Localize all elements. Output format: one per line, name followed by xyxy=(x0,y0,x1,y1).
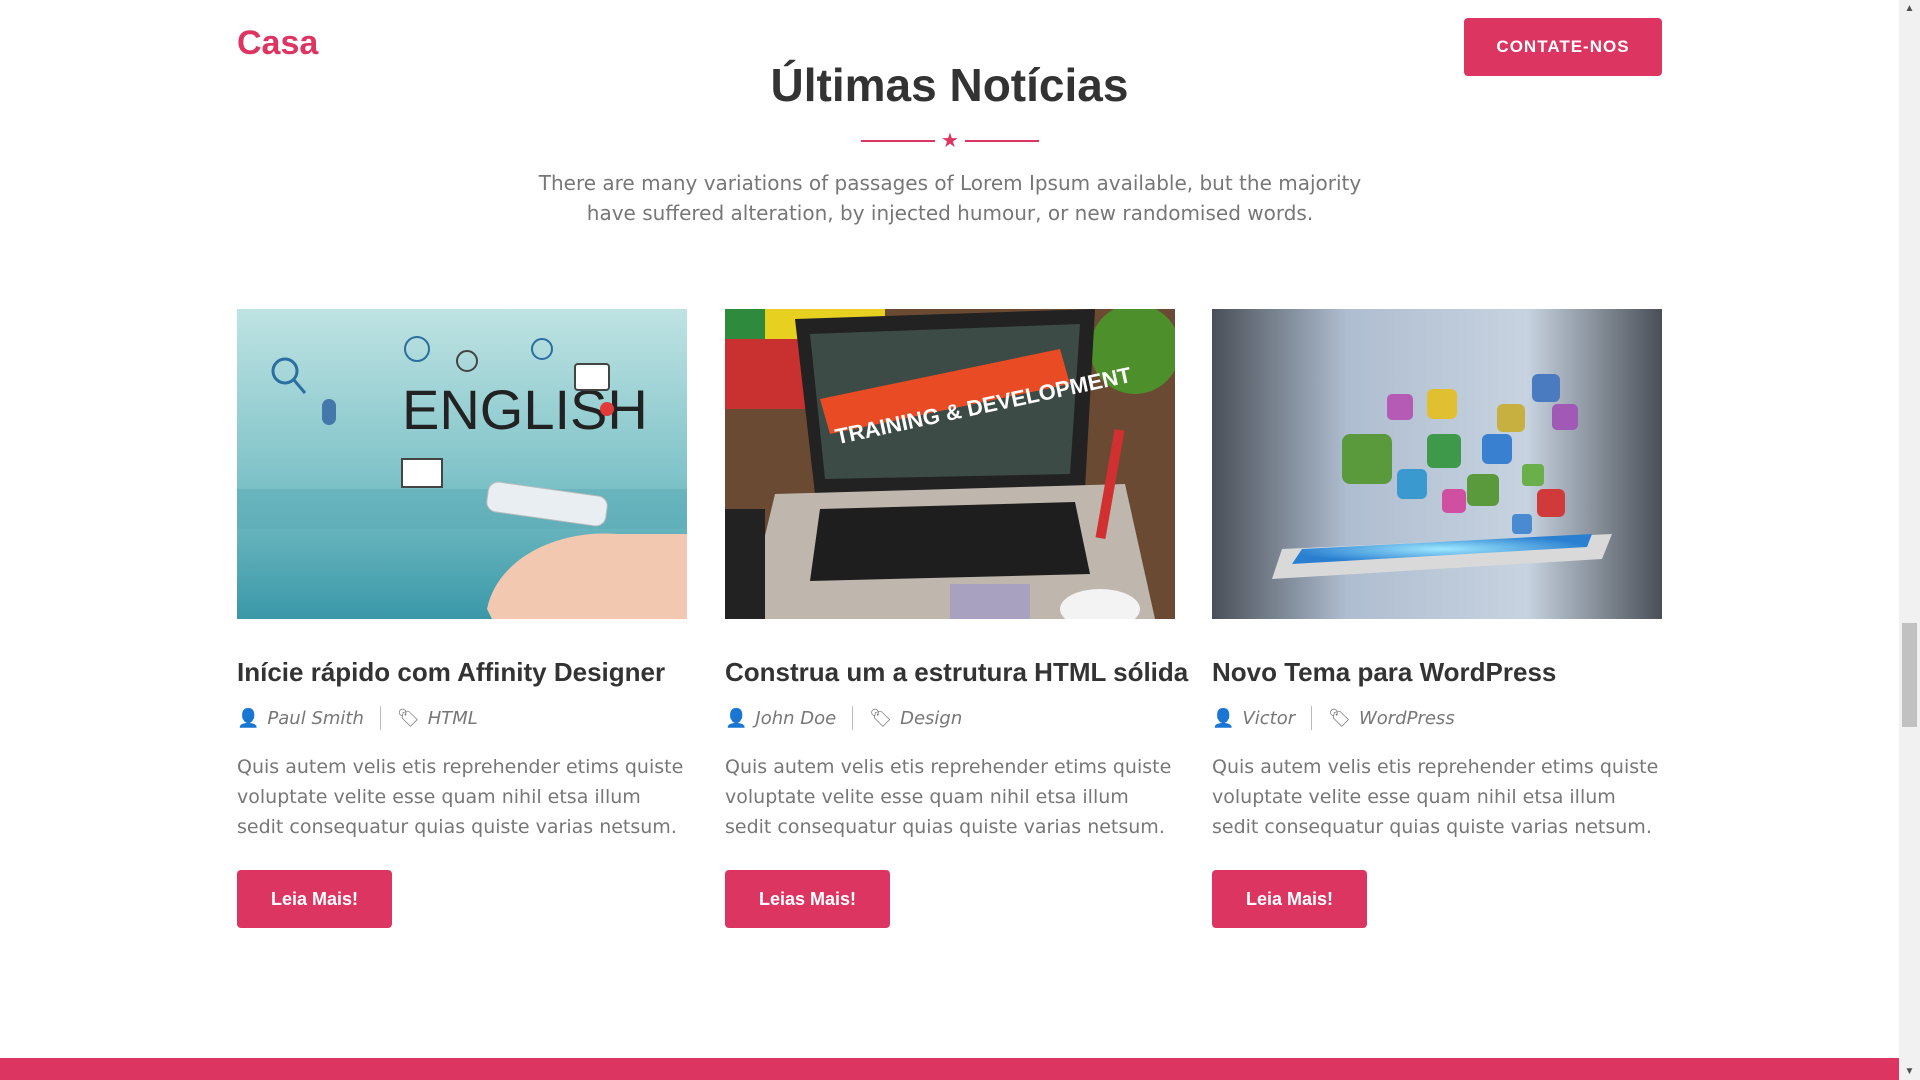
user-icon: 👤 xyxy=(1212,707,1235,729)
card-image-laptop[interactable]: TRAINING & DEVELOPMENT xyxy=(725,309,1175,619)
author-meta[interactable]: 👤 Victor xyxy=(1212,708,1295,729)
divider-line xyxy=(964,140,1039,142)
author-name: John Doe xyxy=(755,707,837,729)
title-divider: ★ xyxy=(860,130,1040,152)
scroll-down-arrow-icon[interactable]: ▼ xyxy=(1899,1063,1920,1080)
star-icon: ★ xyxy=(941,130,959,152)
tag-name: Design xyxy=(900,707,963,729)
meta-separator xyxy=(852,706,854,730)
user-icon: 👤 xyxy=(237,707,260,729)
section-title: Últimas Notícias xyxy=(770,59,1129,111)
news-card: ENGLISH Inície rápido com Affinity Desig… xyxy=(237,309,687,928)
tags-icon: 🏷 xyxy=(396,707,420,729)
scrollbar-thumb[interactable] xyxy=(1902,623,1917,727)
page: Casa CONTATE-NOS Últimas Notícias ★ Ther… xyxy=(0,0,1899,1080)
divider-line xyxy=(861,140,936,142)
read-more-button[interactable]: Leia Mais! xyxy=(1212,870,1368,928)
meta-separator xyxy=(1311,706,1313,730)
tag-meta[interactable]: 🏷 WordPress xyxy=(1328,708,1455,729)
tags-icon: 🏷 xyxy=(869,707,893,729)
section-description: There are many variations of passages of… xyxy=(538,171,1362,225)
news-card: Novo Tema para WordPress 👤 Victor 🏷 Word… xyxy=(1212,309,1662,928)
card-excerpt: Quis autem velis etis reprehender etims … xyxy=(237,756,684,838)
tag-name: HTML xyxy=(427,707,478,729)
news-card: TRAINING & DEVELOPMENT Construa um a est… xyxy=(725,309,1188,928)
author-name: Paul Smith xyxy=(267,707,364,729)
card-excerpt: Quis autem velis etis reprehender etims … xyxy=(725,756,1172,838)
footer-bar xyxy=(0,1058,1899,1080)
card-meta: 👤 Victor 🏷 WordPress xyxy=(1212,706,1662,730)
card-title[interactable]: Construa um a estrutura HTML sólida xyxy=(725,657,1188,688)
read-more-button[interactable]: Leias Mais! xyxy=(725,870,891,928)
user-icon: 👤 xyxy=(725,707,748,729)
card-image-tablet[interactable] xyxy=(1212,309,1662,619)
card-title[interactable]: Novo Tema para WordPress xyxy=(1212,657,1662,688)
card-excerpt: Quis autem velis etis reprehender etims … xyxy=(1212,756,1659,838)
card-meta: 👤 John Doe 🏷 Design xyxy=(725,706,1175,730)
card-meta: 👤 Paul Smith 🏷 HTML xyxy=(237,706,687,730)
author-name: Victor xyxy=(1242,707,1296,729)
card-image-english[interactable]: ENGLISH xyxy=(237,309,687,619)
scroll-up-arrow-icon[interactable]: ▲ xyxy=(1899,0,1920,17)
tags-icon: 🏷 xyxy=(1328,707,1351,729)
read-more-button[interactable]: Leia Mais! xyxy=(237,870,393,928)
tag-meta[interactable]: 🏷 HTML xyxy=(397,708,478,729)
author-meta[interactable]: 👤 Paul Smith xyxy=(237,708,364,729)
meta-separator xyxy=(379,706,381,730)
tag-meta[interactable]: 🏷 Design xyxy=(869,708,962,729)
author-meta[interactable]: 👤 John Doe xyxy=(725,708,836,729)
card-title[interactable]: Inície rápido com Affinity Designer xyxy=(237,657,687,688)
tag-name: WordPress xyxy=(1358,707,1455,729)
vertical-scrollbar[interactable]: ▲ ▼ xyxy=(1899,0,1920,1080)
